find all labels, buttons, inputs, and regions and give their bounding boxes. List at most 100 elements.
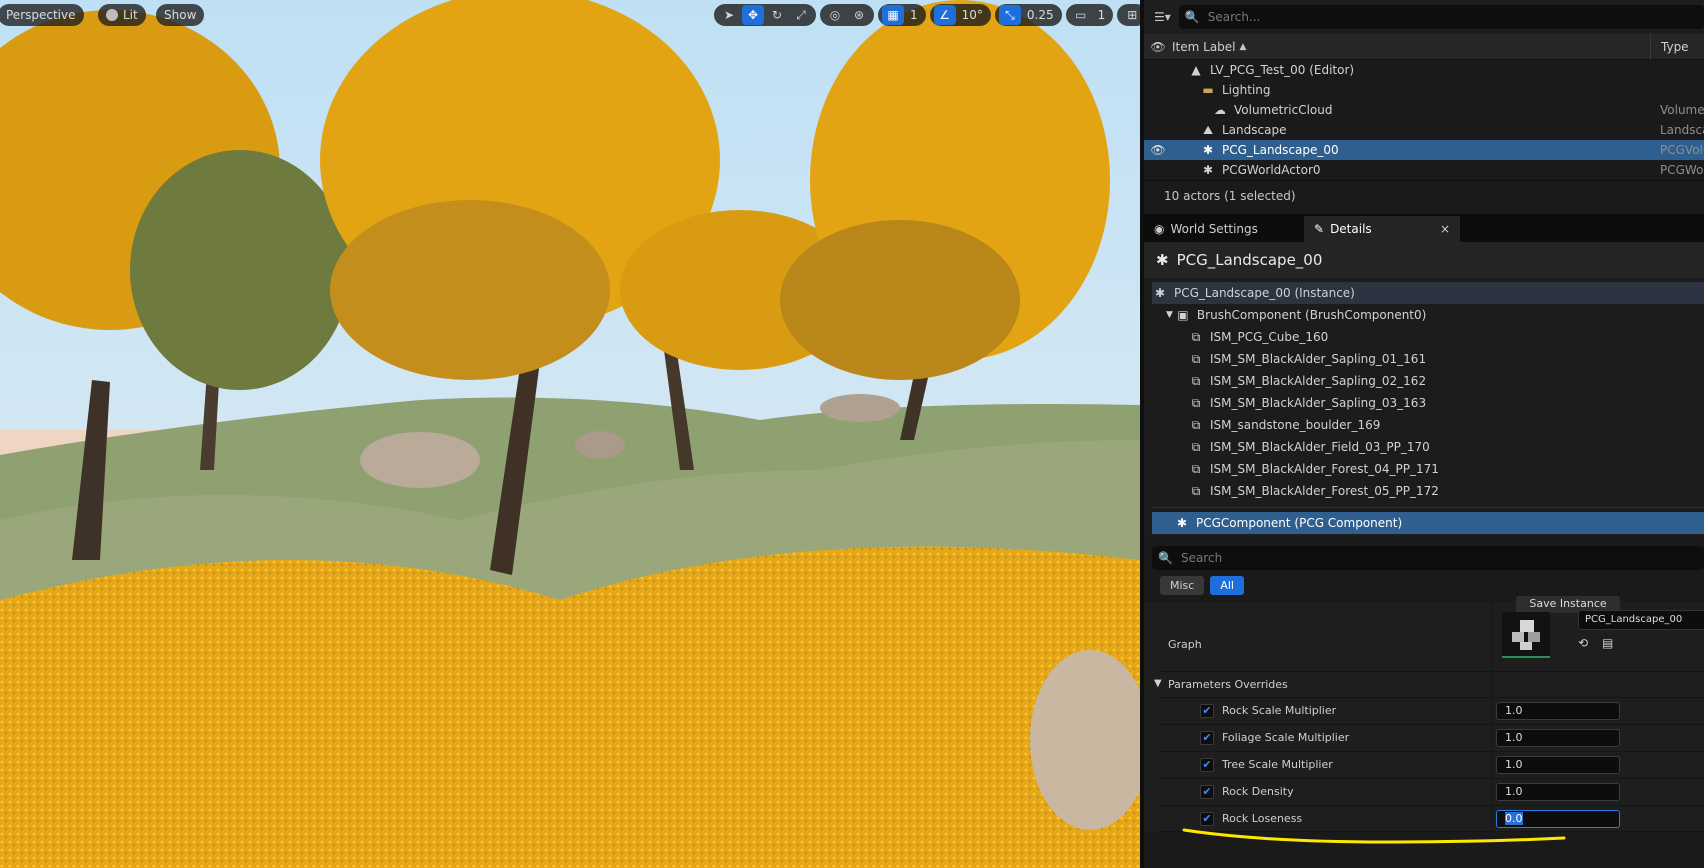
camera-icon[interactable]: ▭ (1070, 5, 1092, 25)
param-row: ✔ Rock Density 1.0 (1160, 779, 1704, 806)
component-row-pcg-selected[interactable]: ✱ PCGComponent (PCG Component) (1152, 512, 1704, 534)
component-tree: ✱ PCG_Landscape_00 (Instance) ▼ ▣ BrushC… (1144, 278, 1704, 538)
tab-world-settings-label: World Settings (1170, 222, 1258, 236)
instanced-mesh-icon: ⧉ (1191, 329, 1201, 344)
component-label: ISM_SM_BlackAlder_Sapling_03_163 (1210, 396, 1427, 410)
rotate-icon[interactable]: ↻ (766, 5, 788, 25)
annotation-stroke (1182, 828, 1566, 844)
filter-all-button[interactable]: All (1210, 576, 1244, 595)
world-space-icon[interactable]: ◎ (824, 5, 846, 25)
outliner-row[interactable]: ▬ Lighting (1144, 80, 1704, 100)
visibility-icon[interactable]: 👁 (1144, 143, 1172, 157)
component-label: PCG_Landscape_00 (Instance) (1174, 286, 1355, 300)
instanced-mesh-icon: ⧉ (1191, 373, 1201, 388)
layout-group[interactable]: ⊞ (1117, 4, 1140, 26)
graph-asset-field[interactable]: PCG_Landscape_00 (1578, 610, 1704, 630)
filter-icon[interactable]: ☰▾ (1154, 10, 1171, 24)
scale-snap-icon[interactable]: ⤡ (998, 5, 1021, 25)
details-filters: Misc All (1144, 576, 1704, 596)
override-checkbox[interactable]: ✔ (1200, 785, 1214, 799)
camera-speed-value[interactable]: 1 (1094, 8, 1110, 22)
pcg-icon: ✱ (1202, 143, 1214, 157)
component-row[interactable]: ⧉ ISM_SM_BlackAlder_Forest_04_PP_171 (1152, 458, 1704, 480)
visibility-header-icon[interactable]: 👁 (1144, 40, 1172, 54)
collapse-arrow-icon[interactable]: ▼ (1166, 310, 1173, 320)
browse-asset-icon[interactable]: ▤ (1602, 636, 1613, 650)
component-row[interactable]: ⧉ ISM_SM_BlackAlder_Sapling_01_161 (1152, 348, 1704, 370)
details-search-placeholder: Search (1180, 551, 1223, 565)
item-label-header[interactable]: Item Label (1172, 40, 1236, 54)
param-value-input[interactable]: 1.0 (1496, 783, 1620, 801)
tab-world-settings[interactable]: ◉ World Settings (1144, 216, 1304, 242)
transform-mode-group: ➤ ✥ ↻ ⤢ (714, 4, 816, 26)
outliner-search-input[interactable]: 🔍 Search... (1178, 5, 1704, 29)
component-label: PCGComponent (PCG Component) (1196, 516, 1403, 530)
camera-speed-group[interactable]: ▭ 1 (1065, 4, 1114, 26)
override-checkbox[interactable]: ✔ (1200, 758, 1214, 772)
component-label: ISM_SM_BlackAlder_Forest_05_PP_172 (1210, 484, 1439, 498)
param-name: Tree Scale Multiplier (1222, 758, 1333, 771)
perspective-label: Perspective (6, 8, 76, 22)
component-row-instance[interactable]: ✱ PCG_Landscape_00 (Instance) (1152, 282, 1704, 304)
globe-icon: ◉ (1154, 222, 1165, 236)
close-icon[interactable]: × (1440, 222, 1450, 236)
component-row[interactable]: ⧉ ISM_SM_BlackAlder_Sapling_03_163 (1152, 392, 1704, 414)
grid-snap-icon[interactable]: ▦ (882, 5, 904, 25)
component-row[interactable]: ⧉ ISM_SM_BlackAlder_Sapling_02_162 (1152, 370, 1704, 392)
component-row-brush[interactable]: ▼ ▣ BrushComponent (BrushComponent0) (1152, 304, 1704, 326)
rotation-snap-group[interactable]: ∠ 10° (929, 4, 991, 26)
outliner-row[interactable]: ☁ VolumetricCloud Volumet (1144, 100, 1704, 120)
filter-misc-button[interactable]: Misc (1160, 576, 1205, 595)
component-label: ISM_sandstone_boulder_169 (1210, 418, 1381, 432)
panel-tabs: ◉ World Settings ✎ Details × (1144, 214, 1704, 242)
component-label: ISM_SM_BlackAlder_Field_03_PP_170 (1210, 440, 1430, 454)
instanced-mesh-icon: ⧉ (1191, 483, 1201, 498)
editor-side-panel: ☰▾ 🔍 Search... 👁 Item Label ▲ Type ▲ LV_… (1140, 0, 1704, 868)
grid-snap-group[interactable]: ▦ 1 (878, 4, 926, 26)
graph-thumbnail[interactable] (1502, 612, 1550, 658)
select-icon[interactable]: ➤ (718, 5, 740, 25)
outliner-row[interactable]: ▲ LV_PCG_Test_00 (Editor) (1144, 60, 1704, 80)
param-name: Foliage Scale Multiplier (1222, 731, 1350, 744)
viewport-layout-icon[interactable]: ⊞ (1121, 5, 1140, 25)
pcg-icon: ✱ (1202, 163, 1214, 177)
type-header[interactable]: Type (1650, 34, 1689, 60)
details-search-input[interactable]: 🔍 Search (1152, 546, 1704, 570)
show-button[interactable]: Show (156, 4, 205, 26)
outliner-row-label: Landscape (1222, 123, 1287, 137)
outliner-row-label: Lighting (1222, 83, 1271, 97)
scale-snap-group[interactable]: ⤡ 0.25 (994, 4, 1062, 26)
instanced-mesh-icon: ⧉ (1191, 439, 1201, 454)
tab-details[interactable]: ✎ Details × (1304, 216, 1460, 242)
override-checkbox[interactable]: ✔ (1200, 704, 1214, 718)
component-row[interactable]: ⧉ ISM_SM_BlackAlder_Field_03_PP_170 (1152, 436, 1704, 458)
view-mode-button[interactable]: Lit (98, 4, 146, 26)
outliner-row[interactable]: ⛰ Landscape Landsca (1144, 120, 1704, 140)
override-checkbox[interactable]: ✔ (1200, 731, 1214, 745)
parameters-overrides-header[interactable]: ▼ Parameters Overrides (1154, 672, 1704, 698)
scale-snap-value[interactable]: 0.25 (1023, 8, 1058, 22)
component-row[interactable]: ⧉ ISM_SM_BlackAlder_Forest_05_PP_172 (1152, 480, 1704, 502)
param-value-input[interactable]: 1.0 (1496, 756, 1620, 774)
rotation-snap-value[interactable]: 10° (958, 8, 987, 22)
grid-snap-value[interactable]: 1 (906, 8, 922, 22)
translate-icon[interactable]: ✥ (742, 5, 764, 25)
param-value-input[interactable]: 1.0 (1496, 729, 1620, 747)
component-row[interactable]: ⧉ ISM_PCG_Cube_160 (1152, 326, 1704, 348)
level-viewport[interactable]: Perspective Lit Show ➤ ✥ ↻ ⤢ ◎ ⊛ ▦ 1 ∠ 1… (0, 0, 1140, 868)
component-label: BrushComponent (BrushComponent0) (1196, 308, 1427, 322)
outliner-row-label: PCGWorldActor0 (1222, 163, 1321, 177)
graph-row: Save Instance Graph PCG_Landscape_00 ⟲ ▤ (1160, 596, 1704, 672)
outliner-header: 👁 Item Label ▲ Type (1144, 34, 1704, 60)
outliner-row-type: Landsca (1660, 123, 1704, 137)
outliner-row-selected[interactable]: 👁 ✱ PCG_Landscape_00 PCGVolu (1144, 140, 1704, 160)
surface-snap-icon[interactable]: ⊛ (848, 5, 870, 25)
component-row[interactable]: ⧉ ISM_sandstone_boulder_169 (1152, 414, 1704, 436)
scale-icon[interactable]: ⤢ (790, 5, 812, 25)
rotation-snap-icon[interactable]: ∠ (933, 5, 956, 25)
use-selected-icon[interactable]: ⟲ (1578, 636, 1588, 650)
param-value-input[interactable]: 1.0 (1496, 702, 1620, 720)
outliner-row[interactable]: ✱ PCGWorldActor0 PCGWor (1144, 160, 1704, 180)
expand-arrow-icon[interactable]: ▼ (1154, 678, 1162, 689)
perspective-button[interactable]: Perspective (0, 4, 84, 26)
